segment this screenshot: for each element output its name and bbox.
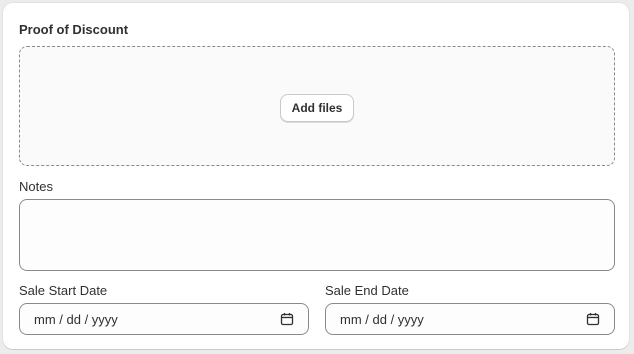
sale-end-date-placeholder: mm / dd / yyyy	[340, 311, 424, 327]
discount-form-card: Proof of Discount Add files Notes Sale S…	[3, 3, 629, 349]
calendar-icon[interactable]	[280, 312, 294, 326]
sale-end-date-label: Sale End Date	[325, 283, 409, 298]
sale-start-date-input[interactable]: mm / dd / yyyy	[19, 303, 309, 335]
proof-of-discount-heading: Proof of Discount	[19, 22, 129, 37]
calendar-icon[interactable]	[586, 312, 600, 326]
sale-end-date-input[interactable]: mm / dd / yyyy	[325, 303, 615, 335]
add-files-button[interactable]: Add files	[280, 94, 354, 122]
sale-start-date-placeholder: mm / dd / yyyy	[34, 311, 118, 327]
sale-start-date-label: Sale Start Date	[19, 283, 108, 298]
notes-label: Notes	[19, 179, 53, 194]
notes-field[interactable]	[19, 199, 615, 271]
